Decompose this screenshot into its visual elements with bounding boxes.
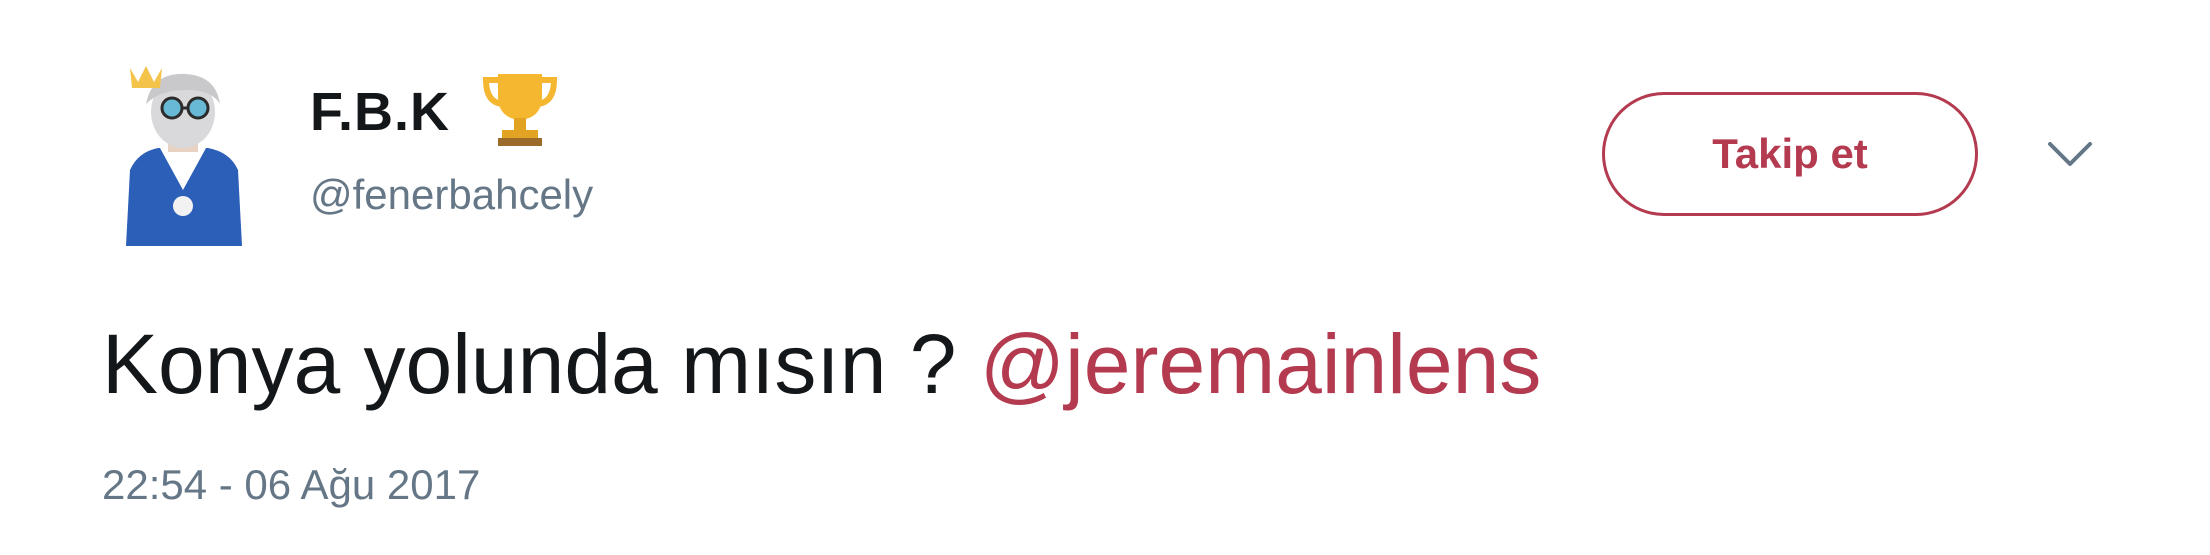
mention-link[interactable]: @jeremainlens [980, 317, 1542, 411]
tweet-timestamp[interactable]: 22:54 - 06 Ağu 2017 [102, 460, 480, 510]
follow-button[interactable]: Takip et [1602, 92, 1978, 216]
trophy-icon [482, 74, 558, 146]
tweet-text: Konya yolunda mısın ? @jeremainlens [102, 314, 1541, 414]
avatar[interactable] [108, 60, 258, 246]
tweet-body: Konya yolunda mısın ? [102, 317, 980, 411]
user-handle[interactable]: @fenerbahcely [310, 170, 593, 220]
chevron-down-icon[interactable] [2044, 136, 2096, 172]
display-name[interactable]: F.B.K [310, 82, 450, 142]
tweet-card: F.B.K @fenerbahcely Takip et Konya yolun… [0, 0, 2210, 555]
